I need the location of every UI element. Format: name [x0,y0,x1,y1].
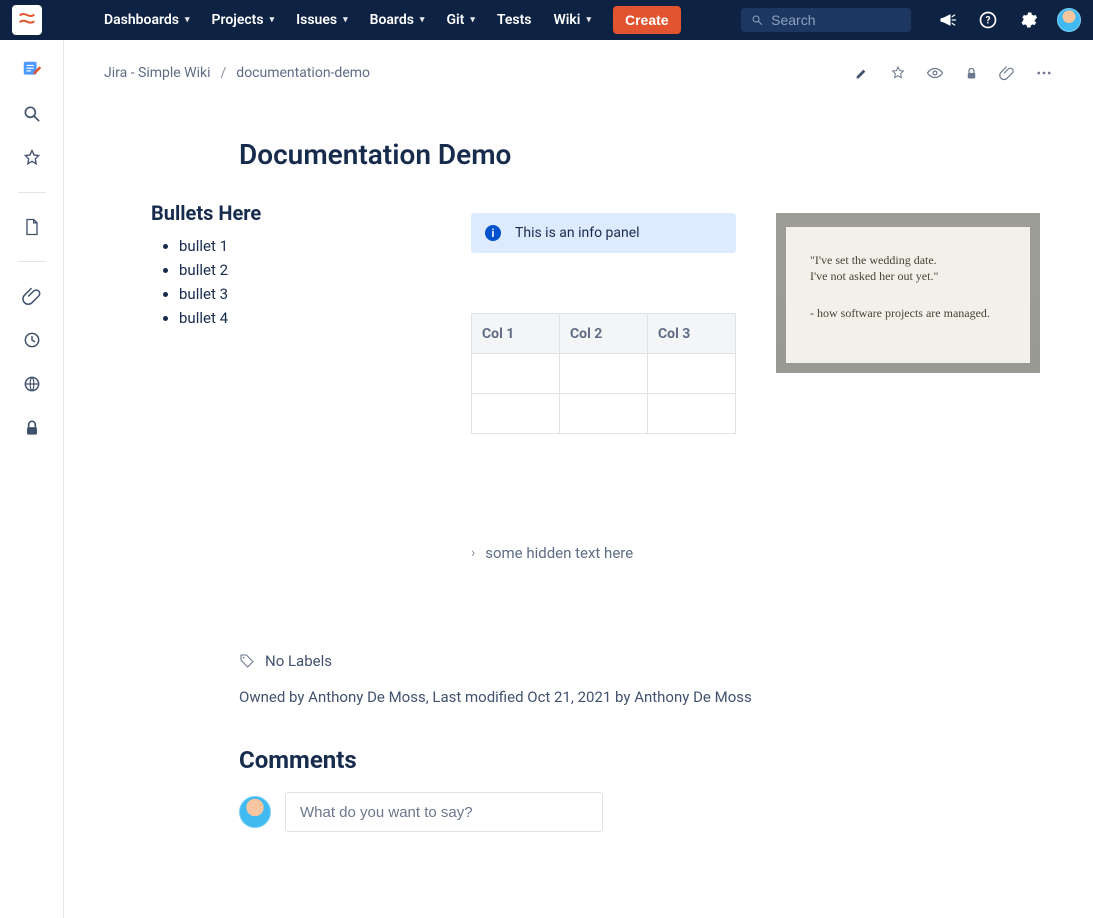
expand-row[interactable]: › some hidden text here [471,544,736,562]
list-item: bullet 1 [179,237,431,255]
page-actions [854,64,1053,82]
edit-icon[interactable] [854,65,870,81]
chevron-down-icon: ▾ [470,15,475,25]
chevron-down-icon: ▾ [270,15,275,25]
megaphone-icon[interactable] [937,9,959,31]
nav-wiki[interactable]: Wiki▾ [543,6,601,34]
image-quote: "I've set the wedding date. I've not ask… [810,253,1006,284]
clock-icon[interactable] [20,328,44,352]
attachment-icon[interactable] [20,284,44,308]
globe-icon[interactable] [20,372,44,396]
create-button[interactable]: Create [613,6,681,34]
search-icon [751,13,763,27]
main-content: Jira - Simple Wiki / documentation-demo … [64,40,1093,918]
breadcrumb: Jira - Simple Wiki / documentation-demo [104,65,370,81]
nav-issues[interactable]: Issues▾ [286,6,358,34]
app-logo-icon [17,10,37,30]
nav-git[interactable]: Git▾ [436,6,484,34]
info-panel-text: This is an info panel [515,225,640,241]
user-avatar[interactable] [1057,8,1081,32]
star-page-icon[interactable] [890,65,906,81]
table-header: Col 1 [472,314,560,354]
bullets-heading: Bullets Here [151,201,431,225]
breadcrumb-page[interactable]: documentation-demo [236,65,370,81]
expand-text: some hidden text here [485,544,633,562]
list-item: bullet 2 [179,261,431,279]
table-header: Col 3 [648,314,736,354]
attach-icon[interactable] [999,65,1015,81]
edit-note-icon[interactable] [20,58,44,82]
chevron-right-icon: › [471,545,475,561]
comment-composer [239,792,1053,832]
nav-tests[interactable]: Tests [487,6,542,34]
image-caption: - how software projects are managed. [810,306,1006,322]
data-table: Col 1 Col 2 Col 3 [471,313,736,434]
info-icon: i [485,225,501,241]
chevron-down-icon: ▾ [586,15,591,25]
breadcrumb-space[interactable]: Jira - Simple Wiki [104,65,211,81]
search-input[interactable] [771,12,901,28]
list-item: bullet 3 [179,285,431,303]
watch-icon[interactable] [926,64,944,82]
restrict-icon[interactable] [964,66,979,81]
star-icon[interactable] [20,146,44,170]
topnav-right-icons: ? [937,8,1081,32]
labels-row[interactable]: No Labels [239,652,1053,670]
table-header: Col 2 [560,314,648,354]
svg-text:?: ? [986,15,991,26]
nav-items: Dashboards▾ Projects▾ Issues▾ Boards▾ Gi… [94,6,681,34]
bullet-list: bullet 1 bullet 2 bullet 3 bullet 4 [151,237,431,327]
page-icon[interactable] [20,215,44,239]
help-icon[interactable]: ? [977,9,999,31]
comment-input[interactable] [285,792,603,832]
search-box[interactable] [741,8,911,32]
chevron-down-icon: ▾ [343,15,348,25]
tag-icon [239,653,255,669]
chevron-down-icon: ▾ [185,15,190,25]
gear-icon[interactable] [1017,9,1039,31]
more-icon[interactable] [1035,64,1053,82]
table-row [472,354,736,394]
top-navbar: Dashboards▾ Projects▾ Issues▾ Boards▾ Gi… [0,0,1093,40]
chevron-down-icon: ▾ [420,15,425,25]
page-meta: Owned by Anthony De Moss, Last modified … [239,688,1053,706]
page-title: Documentation Demo [239,138,1053,171]
lock-icon[interactable] [20,416,44,440]
nav-boards[interactable]: Boards▾ [360,6,435,34]
comments-heading: Comments [239,746,1053,774]
nav-projects[interactable]: Projects▾ [202,6,285,34]
labels-text: No Labels [265,652,332,670]
embedded-image[interactable]: "I've set the wedding date. I've not ask… [776,213,1040,373]
list-item: bullet 4 [179,309,431,327]
table-row [472,394,736,434]
app-logo[interactable] [12,5,42,35]
comment-avatar [239,796,271,828]
breadcrumb-separator: / [221,65,227,81]
sidebar-search-icon[interactable] [20,102,44,126]
left-sidebar [0,40,64,918]
nav-dashboards[interactable]: Dashboards▾ [94,6,200,34]
info-panel: i This is an info panel [471,213,736,253]
